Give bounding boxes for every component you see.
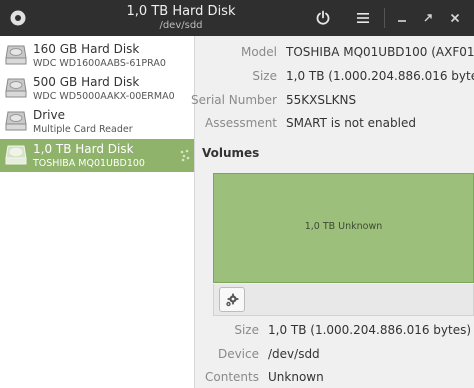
hard-disk-icon <box>5 45 27 65</box>
close-button[interactable] <box>444 0 466 36</box>
maximize-icon <box>424 14 432 22</box>
titlebar-separator <box>384 8 385 28</box>
drive-model: WDC WD1600AABS-61PRA0 <box>33 58 166 69</box>
drive-item-160gb[interactable]: 160 GB Hard Disk WDC WD1600AABS-61PRA0 <box>0 39 194 72</box>
drive-model: WDC WD5000AAKX-00ERMA0 <box>33 91 175 102</box>
assessment-label: Assessment <box>205 116 277 130</box>
usb-icon <box>180 149 190 162</box>
volumes-heading: Volumes <box>202 146 260 160</box>
drive-model: TOSHIBA MQ01UBD100 <box>33 158 145 169</box>
close-icon <box>450 13 460 23</box>
contents-value: Unknown <box>268 370 324 384</box>
maximize-button[interactable] <box>418 0 438 36</box>
volume-size-value: 1,0 TB (1.000.204.886.016 bytes) <box>268 323 472 337</box>
window-subtitle: /dev/sdd <box>159 20 203 31</box>
minimize-button[interactable] <box>392 0 412 36</box>
model-value: TOSHIBA MQ01UBD100 (AXF01U) <box>286 45 474 59</box>
device-value: /dev/sdd <box>268 347 320 361</box>
volume-size-label: Size <box>234 323 259 337</box>
drive-item-500gb[interactable]: 500 GB Hard Disk WDC WD5000AAKX-00ERMA0 <box>0 72 194 105</box>
volume-label: 1,0 TB Unknown <box>304 221 383 232</box>
hard-disk-icon <box>5 78 27 98</box>
gear-icon <box>226 293 239 306</box>
drive-menu-button[interactable] <box>350 0 376 36</box>
drive-item-card-reader[interactable]: Drive Multiple Card Reader <box>0 105 194 138</box>
size-value: 1,0 TB (1.000.204.886.016 bytes) <box>286 69 474 83</box>
size-label: Size <box>252 69 277 83</box>
hard-disk-icon <box>5 145 27 165</box>
hamburger-menu-icon <box>357 13 369 23</box>
power-icon <box>316 10 330 25</box>
contents-label: Contents <box>205 370 259 384</box>
drive-item-1tb[interactable]: 1,0 TB Hard Disk TOSHIBA MQ01UBD100 <box>0 139 194 172</box>
drive-list: 160 GB Hard Disk WDC WD1600AABS-61PRA0 5… <box>0 36 195 388</box>
hard-disk-icon <box>5 111 27 131</box>
window-title: 1,0 TB Hard Disk <box>126 4 236 19</box>
partition-options-button[interactable] <box>219 287 245 312</box>
volume-partition-block[interactable]: 1,0 TB Unknown <box>213 173 474 283</box>
minimize-icon <box>398 20 406 22</box>
volume-toolbar <box>213 284 474 316</box>
drive-name: 1,0 TB Hard Disk <box>33 142 134 156</box>
drive-name: 160 GB Hard Disk <box>33 42 140 56</box>
serial-number-label: Serial Number <box>191 93 277 107</box>
assessment-value: SMART is not enabled <box>286 116 416 130</box>
title-bar: 1,0 TB Hard Disk /dev/sdd <box>0 0 474 36</box>
drive-name: 500 GB Hard Disk <box>33 75 140 89</box>
drive-model: Multiple Card Reader <box>33 124 133 135</box>
serial-number-value: 55KXSLKNS <box>286 93 357 107</box>
power-off-button[interactable] <box>310 0 336 36</box>
device-label: Device <box>217 347 259 361</box>
model-label: Model <box>240 45 277 59</box>
drive-name: Drive <box>33 108 65 122</box>
